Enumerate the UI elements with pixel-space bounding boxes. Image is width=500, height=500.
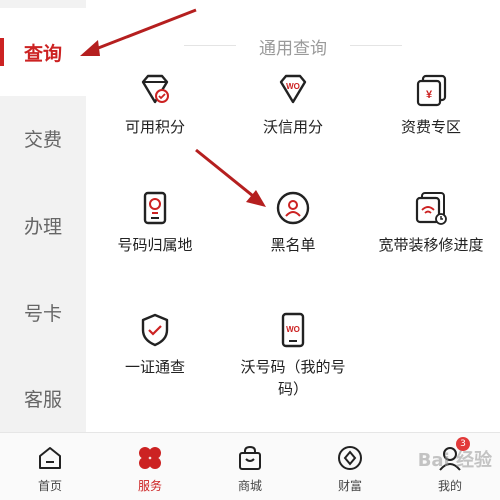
sidebar-item-label: 交费	[23, 128, 62, 151]
broadband-progress-icon	[411, 188, 451, 228]
svg-text:WO: WO	[286, 325, 300, 334]
phone-location-icon	[135, 188, 175, 228]
sidebar-item-query[interactable]: 查询	[0, 8, 86, 96]
sidebar-item-label: 查询	[23, 42, 62, 65]
sidebar-item-label: 办理	[23, 215, 62, 238]
nav-label: 服务	[137, 479, 162, 493]
watermark: Bai 经验	[417, 450, 492, 471]
grid-item-label: 一证通查	[124, 358, 185, 376]
sidebar-item-handle[interactable]: 办理	[0, 181, 86, 269]
grid-item-label: 沃信用分	[262, 118, 323, 136]
nav-label: 财富	[337, 479, 362, 493]
grid-item-tariff[interactable]: ¥ 资费专区	[362, 70, 500, 170]
nav-label: 我的	[437, 479, 462, 493]
tariff-cards-icon: ¥	[411, 70, 451, 110]
sidebar-item-label: 客服	[23, 388, 62, 411]
wealth-coin-icon	[335, 443, 365, 473]
service-clover-icon	[135, 443, 165, 473]
grid-item-number-location[interactable]: 号码归属地	[86, 188, 224, 288]
grid-item-label: 沃号码（我的号码）	[240, 358, 346, 398]
sidebar-item-customer-service[interactable]: 客服	[0, 354, 86, 442]
nav-item-wealth[interactable]: 财富	[300, 433, 400, 500]
grid-item-broadband-progress[interactable]: 宽带装移修进度	[362, 188, 500, 288]
grid-item-label: 资费专区	[400, 118, 461, 136]
blacklist-user-icon	[273, 188, 313, 228]
nav-item-service[interactable]: 服务	[100, 433, 200, 500]
grid-item-label: 黑名单	[270, 236, 316, 254]
grid-item-id-check[interactable]: 一证通查	[86, 310, 224, 410]
grid-item-wo-number[interactable]: WO 沃号码（我的号码）	[224, 310, 362, 410]
home-icon	[35, 443, 65, 473]
sidebar-item-payment[interactable]: 交费	[0, 94, 86, 182]
grid-item-points[interactable]: 可用积分	[86, 70, 224, 170]
nav-item-home[interactable]: 首页	[0, 433, 100, 500]
grid-item-label: 可用积分	[124, 118, 185, 136]
sidebar-item-label: 号卡	[23, 302, 62, 325]
sidebar: 查询 交费 办理 号卡 客服	[0, 0, 86, 432]
grid-item-label: 宽带装移修进度	[378, 236, 484, 254]
grid-item-wo-credit[interactable]: WO 沃信用分	[224, 70, 362, 170]
shopping-bag-icon	[235, 443, 265, 473]
grid-item-label: 号码归属地	[117, 236, 193, 254]
section-title: 通用查询	[86, 34, 500, 59]
nav-label: 首页	[37, 479, 62, 493]
diamond-points-icon	[135, 70, 175, 110]
sidebar-item-number-card[interactable]: 号卡	[0, 268, 86, 356]
id-shield-check-icon	[135, 310, 175, 350]
wo-credit-icon: WO	[273, 70, 313, 110]
wo-phone-icon: WO	[273, 310, 313, 350]
svg-text:¥: ¥	[426, 89, 433, 101]
nav-item-mall[interactable]: 商城	[200, 433, 300, 500]
svg-text:WO: WO	[286, 82, 300, 91]
nav-label: 商城	[237, 479, 262, 493]
grid-item-blacklist[interactable]: 黑名单	[224, 188, 362, 288]
